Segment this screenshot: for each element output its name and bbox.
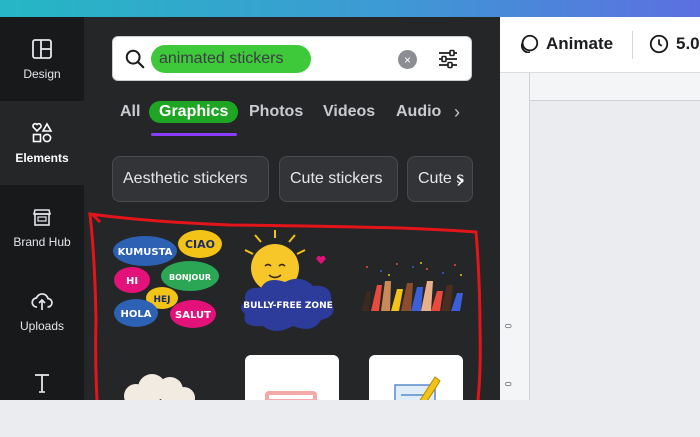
shapes-icon: [32, 122, 53, 143]
animate-label: Animate: [546, 34, 614, 53]
bubble-text: HEJ: [153, 295, 170, 305]
suggestion-chip[interactable]: Aesthetic stickers: [112, 156, 269, 202]
design-canvas[interactable]: 0 0: [500, 73, 700, 400]
category-tabs: All Graphics Photos Videos Audio ›: [84, 101, 500, 143]
notepad-icon: [394, 376, 441, 400]
search-input[interactable]: [151, 45, 311, 73]
chevron-right-icon[interactable]: ›: [454, 102, 460, 123]
elements-panel: × All Graphics Photos Videos Audio › Aes…: [84, 17, 500, 400]
tab-graphics[interactable]: Graphics: [149, 101, 239, 123]
cloud-upload-icon: [31, 293, 53, 310]
sticker-notepad-card[interactable]: [369, 355, 463, 400]
rail-item-uploads[interactable]: Uploads: [0, 269, 84, 353]
vertical-ruler: 0 0: [500, 73, 530, 400]
duration-button[interactable]: 5.0: [648, 33, 700, 55]
tab-photos[interactable]: Photos: [249, 103, 303, 121]
sticker-bully-free-zone[interactable]: BULLY-FREE ZONE: [235, 230, 350, 336]
suggestion-chip[interactable]: Cute stickers: [279, 156, 398, 202]
rail-item-brand-hub[interactable]: Brand Hub: [0, 185, 84, 269]
bubble-text: HOLA: [121, 309, 152, 320]
tab-videos[interactable]: Videos: [323, 103, 375, 121]
rail-item-label: Brand Hub: [13, 235, 71, 249]
rail-item-elements[interactable]: Elements: [0, 101, 84, 185]
close-icon: ×: [403, 52, 411, 67]
rail-item-text[interactable]: [0, 353, 84, 437]
animate-button[interactable]: Animate: [518, 33, 613, 55]
animate-icon: [520, 34, 539, 54]
bubble-text: KUMUSTA: [118, 247, 173, 258]
clear-search-button[interactable]: ×: [398, 50, 417, 69]
search-box[interactable]: ×: [112, 36, 472, 81]
ruler-mark: 0: [503, 381, 514, 387]
bubble-text: SALUT: [175, 310, 211, 321]
rail-item-label: Elements: [15, 151, 69, 165]
bubble-text: CIAO: [185, 238, 215, 251]
bubble-text: BONJOUR: [169, 273, 211, 282]
sticker-envelope-card[interactable]: [245, 355, 339, 400]
sticker-text: BULLY-FREE ZONE: [243, 301, 333, 311]
envelope-icon: [265, 391, 317, 400]
rail-item-label: Uploads: [19, 319, 65, 333]
brand-icon: [32, 209, 52, 226]
rail-item-label: Design: [23, 67, 61, 81]
layout-icon: [32, 39, 52, 59]
sticker-raised-hands[interactable]: [357, 261, 469, 321]
filter-sliders-icon[interactable]: [436, 47, 460, 71]
bubble-text: HI: [126, 276, 138, 287]
ruler-mark: 0: [503, 323, 514, 329]
side-rail: Design Elements Brand Hub Uploads: [0, 17, 84, 400]
editor-toolbar: Animate 5.0: [500, 17, 700, 73]
duration-label: 5.0: [676, 34, 700, 53]
rail-item-design[interactable]: Design: [0, 17, 84, 101]
horizontal-ruler: [530, 73, 700, 101]
tab-all[interactable]: All: [120, 103, 140, 121]
top-header-bar: [0, 0, 700, 17]
text-icon: [35, 374, 49, 393]
sticker-language-bubbles[interactable]: CIAO KUMUSTA BONJOUR HI HEJ HOLA SALUT: [112, 224, 227, 336]
active-tab-indicator: [151, 133, 237, 136]
search-icon: [125, 49, 145, 69]
chevron-right-icon[interactable]: ›: [447, 167, 473, 193]
tab-audio[interactable]: Audio: [396, 103, 441, 121]
clock-icon: [649, 34, 669, 54]
sticker-clouds[interactable]: [122, 372, 196, 400]
toolbar-divider: [632, 31, 633, 59]
